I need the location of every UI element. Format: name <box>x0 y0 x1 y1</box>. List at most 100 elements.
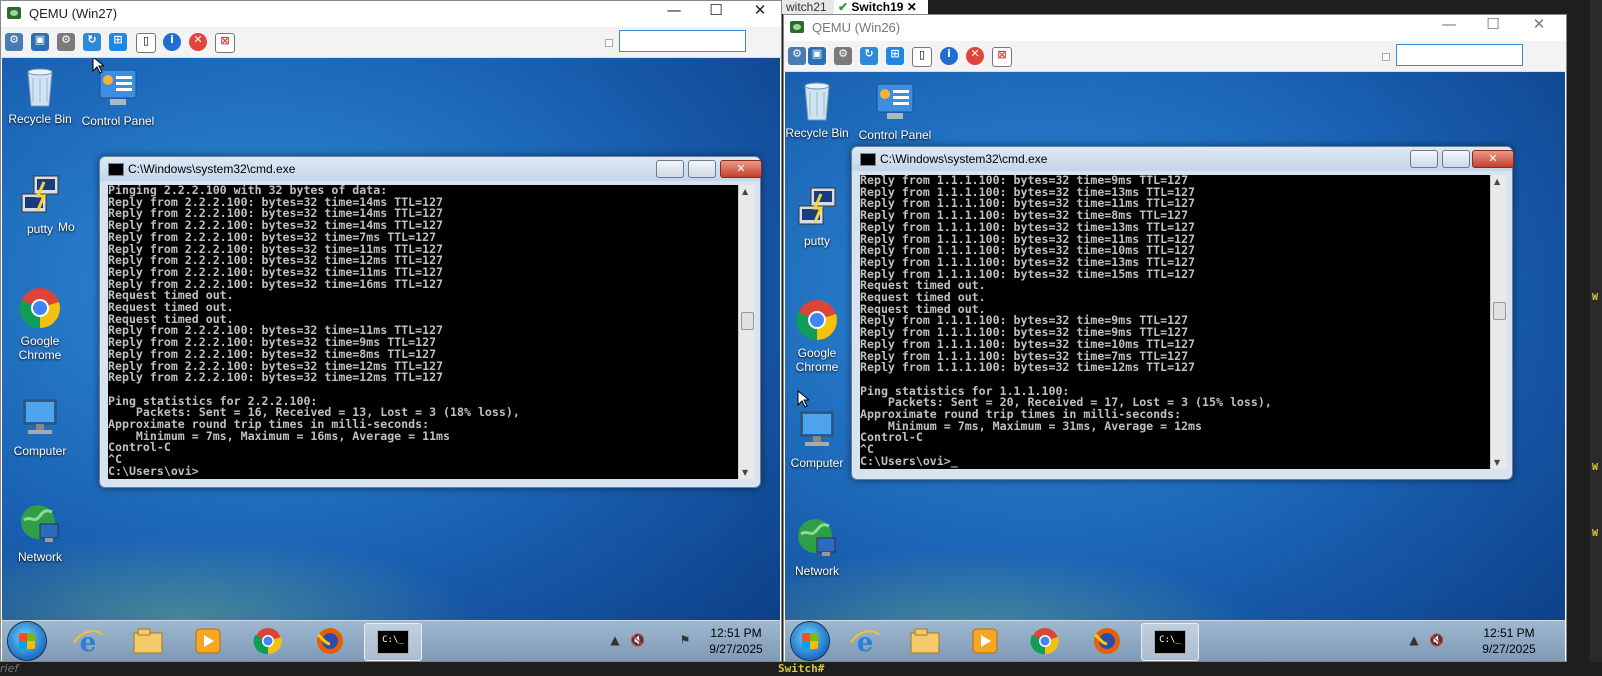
volume-muted-icon[interactable]: 🔇 <box>1429 633 1444 647</box>
minimize-button[interactable]: — <box>651 1 697 27</box>
background-letter: W <box>1592 462 1599 473</box>
control-panel-icon <box>876 83 914 119</box>
cmd-console-output[interactable]: Reply from 1.1.1.100: bytes=32 time=9ms … <box>860 175 1490 469</box>
cmd-taskbar-button[interactable]: C:\_ <box>364 623 422 661</box>
disconnect-icon[interactable]: ⊠ <box>215 33 235 53</box>
toolbar-search-input[interactable] <box>619 30 746 52</box>
maximize-button[interactable]: ☐ <box>693 1 739 27</box>
windows-icon[interactable]: ⊞ <box>886 47 904 65</box>
cmd-titlebar[interactable]: C:\Windows\system32\cmd.exe ✕ <box>100 157 762 181</box>
system-clock[interactable]: 12:51 PM 9/27/2025 <box>704 625 768 657</box>
cmd-window: C:\Windows\system32\cmd.exe ✕ Reply from… <box>851 146 1514 480</box>
fullscreen-icon[interactable]: ▣ <box>31 33 49 51</box>
clock-date: 9/27/2025 <box>709 642 763 656</box>
cmd-scrollbar[interactable]: ▲ ▼ <box>738 185 755 479</box>
settings-gear-icon[interactable]: ⚙ <box>5 33 23 51</box>
chrome-taskbar-icon[interactable] <box>250 625 286 657</box>
desktop-icon-label: Network <box>17 550 62 564</box>
scroll-up-icon[interactable]: ▲ <box>1494 177 1500 186</box>
maximize-button[interactable]: ☐ <box>1470 15 1516 41</box>
settings-gear-icon[interactable]: ⚙ <box>788 47 806 65</box>
start-button[interactable] <box>791 622 829 660</box>
cmd-taskbar-button[interactable]: C:\_ <box>1141 623 1199 661</box>
network-error-icon[interactable]: ⚑ <box>678 633 692 647</box>
cmd-window: C:\Windows\system32\cmd.exe ✕ Pinging 2.… <box>99 156 762 488</box>
desktop-icon-network[interactable]: Network <box>785 516 855 578</box>
stop-icon[interactable]: ✕ <box>966 47 984 65</box>
disconnect-icon[interactable]: ⊠ <box>992 47 1012 67</box>
background-terminal-edge: W W W <box>1590 0 1602 662</box>
file-explorer-icon[interactable] <box>130 625 166 657</box>
desktop-icon-network[interactable]: Network <box>2 502 78 564</box>
start-button[interactable] <box>8 622 46 660</box>
media-player-icon[interactable] <box>190 625 226 657</box>
cmd-console-output[interactable]: Pinging 2.2.2.100 with 32 bytes of data:… <box>108 185 738 479</box>
firefox-icon[interactable] <box>1089 625 1125 657</box>
cmd-title: C:\Windows\system32\cmd.exe <box>880 152 1048 166</box>
refresh-icon[interactable]: ↻ <box>83 33 101 51</box>
guest-desktop: Recycle Bin Control Panel putty Google C… <box>785 72 1565 661</box>
window-titlebar[interactable]: QEMU (Win26) — ☐ ✕ <box>784 15 1566 41</box>
check-icon: ✔ <box>838 0 849 14</box>
cmd-scrollbar[interactable]: ▲ ▼ <box>1490 175 1507 469</box>
close-icon[interactable]: ✕ <box>907 0 917 14</box>
gear-icon[interactable]: ⚙ <box>57 33 75 51</box>
info-icon[interactable]: i <box>163 33 181 51</box>
network-icon <box>21 505 59 542</box>
file-explorer-icon[interactable] <box>907 625 943 657</box>
close-button[interactable]: ✕ <box>737 1 783 27</box>
cmd-close-button[interactable]: ✕ <box>1472 150 1514 168</box>
background-text: rief <box>0 662 19 675</box>
scrollbar-thumb[interactable] <box>1493 302 1506 320</box>
desktop-icon-putty[interactable]: putty <box>785 186 855 248</box>
guest-taskbar: e C:\_ ▲ 🔇 ⚑ 12:51 PM 9/27/2025 <box>2 620 780 661</box>
desktop-icon-label: Google Chrome <box>795 346 839 374</box>
scroll-down-icon[interactable]: ▼ <box>742 468 748 477</box>
cmd-maximize-button[interactable] <box>688 160 716 178</box>
gear-icon[interactable]: ⚙ <box>834 47 852 65</box>
desktop-icon-google-chrome[interactable]: Google Chrome <box>785 298 855 374</box>
cmd-titlebar[interactable]: C:\Windows\system32\cmd.exe ✕ <box>852 147 1514 171</box>
desktop-icon-control-panel[interactable]: Control Panel <box>857 80 933 142</box>
firefox-icon[interactable] <box>312 625 348 657</box>
windows-icon[interactable]: ⊞ <box>109 33 127 51</box>
cmd-minimize-button[interactable] <box>1410 150 1438 168</box>
refresh-icon[interactable]: ↻ <box>860 47 878 65</box>
info-icon[interactable]: i <box>940 47 958 65</box>
desktop-icon-recycle-bin[interactable]: Recycle Bin <box>785 78 855 140</box>
background-tab-switch21[interactable]: witch21 <box>782 0 838 14</box>
console-text: Pinging 2.2.2.100 with 32 bytes of data:… <box>108 185 520 478</box>
window-titlebar[interactable]: QEMU (Win27) — ☐ ✕ <box>1 1 781 27</box>
internet-explorer-icon[interactable]: e <box>847 625 883 657</box>
console-icon[interactable]: ▯ <box>136 33 156 53</box>
cmd-maximize-button[interactable] <box>1442 150 1470 168</box>
background-letter: W <box>1592 292 1599 303</box>
desktop-icon-partial[interactable]: Mo <box>58 220 98 234</box>
scroll-up-icon[interactable]: ▲ <box>742 187 748 196</box>
minimize-button[interactable]: — <box>1426 15 1472 41</box>
volume-muted-icon[interactable]: 🔇 <box>630 633 645 647</box>
desktop-icon-google-chrome[interactable]: Google Chrome <box>2 286 78 362</box>
chrome-taskbar-icon[interactable] <box>1027 625 1063 657</box>
cmd-minimize-button[interactable] <box>656 160 684 178</box>
desktop-icon-computer[interactable]: Computer <box>785 408 855 470</box>
console-icon[interactable]: ▯ <box>912 47 932 67</box>
system-clock[interactable]: 12:51 PM 9/27/2025 <box>1477 625 1541 657</box>
stop-icon[interactable]: ✕ <box>189 33 207 51</box>
fullscreen-icon[interactable]: ▣ <box>808 47 826 65</box>
toolbar-search-input[interactable] <box>1396 44 1523 66</box>
close-button[interactable]: ✕ <box>1516 15 1562 41</box>
chrome-icon <box>796 300 837 341</box>
internet-explorer-icon[interactable]: e <box>70 625 106 657</box>
toolbar-grip <box>1382 53 1390 61</box>
cmd-close-button[interactable]: ✕ <box>720 160 762 178</box>
show-hidden-icons-icon[interactable]: ▲ <box>608 633 622 647</box>
desktop-icon-control-panel[interactable]: Control Panel <box>80 66 156 128</box>
media-player-icon[interactable] <box>967 625 1003 657</box>
scroll-down-icon[interactable]: ▼ <box>1494 458 1500 467</box>
background-tab-switch19[interactable]: ✔ Switch19 ✕ <box>834 0 928 14</box>
desktop-icon-recycle-bin[interactable]: Recycle Bin <box>2 64 78 126</box>
show-hidden-icons-icon[interactable]: ▲ <box>1407 633 1421 647</box>
scrollbar-thumb[interactable] <box>741 312 754 330</box>
desktop-icon-computer[interactable]: Computer <box>2 396 78 458</box>
